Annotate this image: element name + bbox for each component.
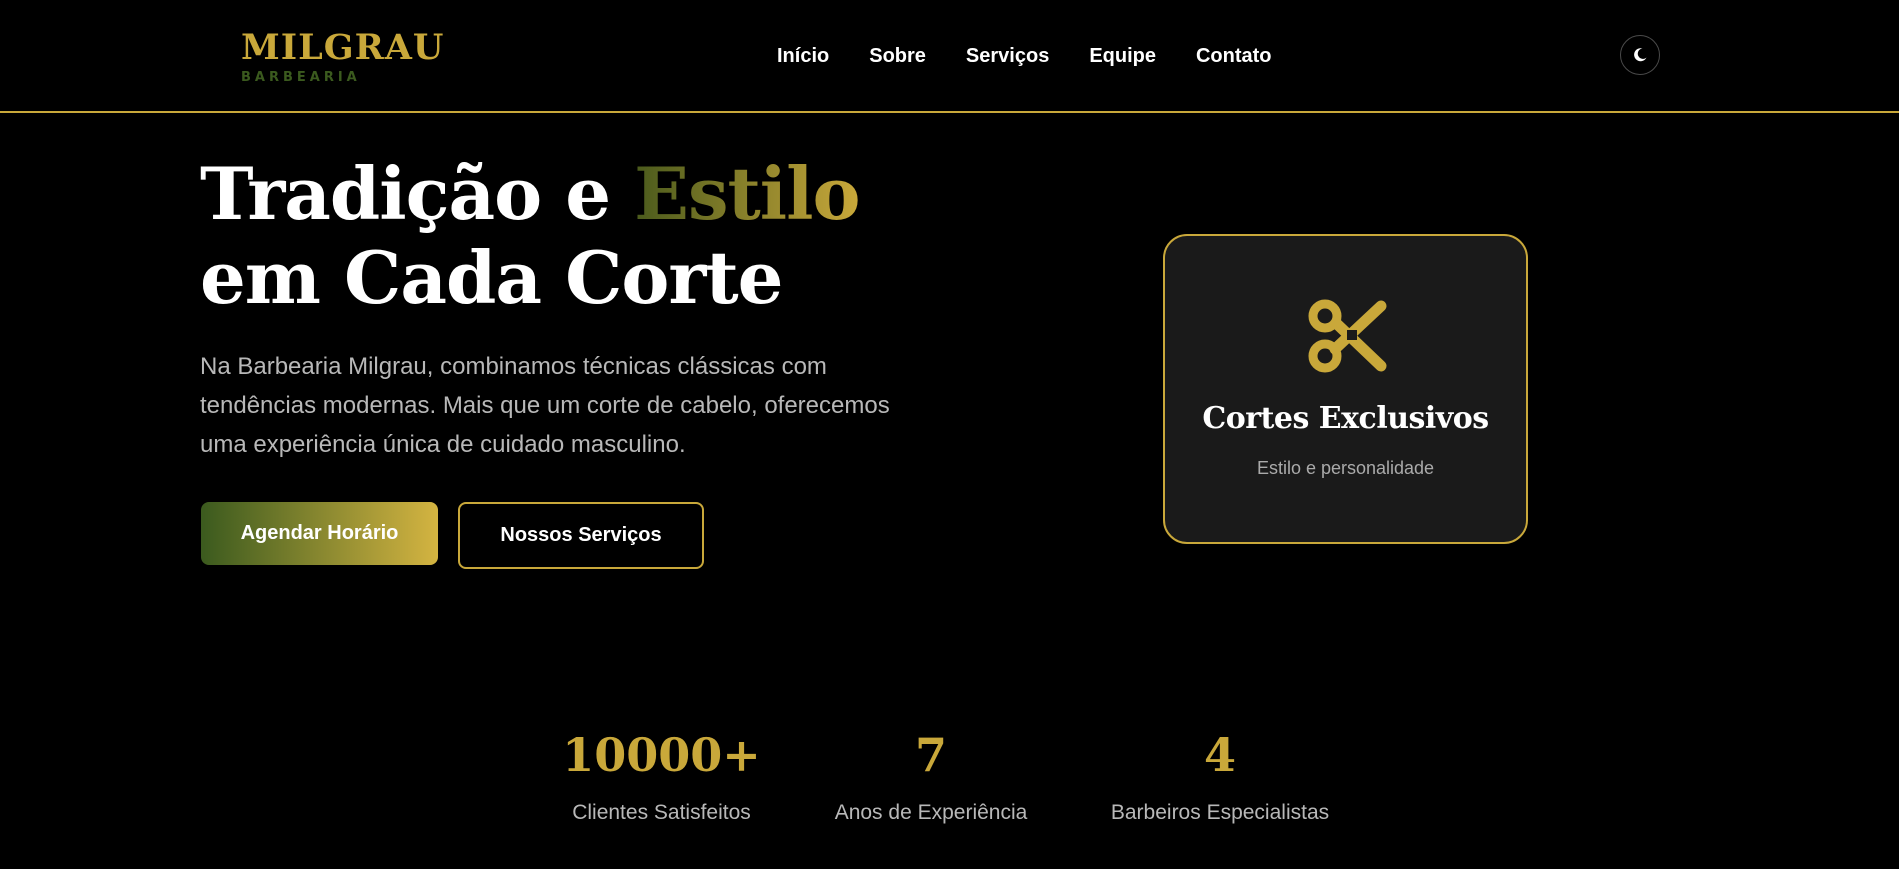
feature-card-subtitle: Estilo e personalidade — [1256, 458, 1435, 478]
stat-value: 4 — [1203, 728, 1236, 782]
hero-title: Tradição e Estilo em Cada Corte — [200, 152, 920, 320]
stat-years: 7 Anos de Experiência — [826, 725, 1036, 827]
moon-icon — [1634, 48, 1647, 62]
hero-description: Na Barbearia Milgrau, combinamos técnica… — [200, 353, 890, 458]
main-nav: Início Sobre Serviços Equipe Contato — [777, 44, 1272, 68]
theme-toggle-button[interactable] — [1620, 35, 1660, 75]
hero-title-part1: Tradição e — [200, 151, 635, 236]
scissors-icon — [1308, 299, 1387, 373]
nav-link-contato[interactable]: Contato — [1196, 44, 1272, 68]
nav-link-inicio[interactable]: Início — [777, 44, 829, 68]
stat-clients: 10000+ Clientes Satisfeitos — [560, 725, 763, 827]
stat-value: 7 — [914, 728, 947, 782]
stat-label: Barbeiros Especialistas — [1110, 801, 1330, 824]
feature-card: Cortes Exclusivos Estilo e personalidade — [1163, 234, 1528, 544]
hero-title-part2: em Cada Corte — [200, 235, 783, 320]
book-appointment-button[interactable]: Agendar Horário — [201, 502, 438, 565]
nav-link-equipe[interactable]: Equipe — [1089, 44, 1156, 68]
hero-title-accent: Estilo — [634, 151, 860, 236]
brand-tagline: BARBEARIA — [241, 70, 361, 85]
brand-name: MILGRAU — [241, 27, 445, 68]
stat-barbers: 4 Barbeiros Especialistas — [1100, 725, 1340, 827]
stat-label: Anos de Experiência — [834, 801, 1028, 824]
stat-label: Clientes Satisfeitos — [572, 801, 751, 824]
brand-logo[interactable]: MILGRAU BARBEARIA — [241, 27, 445, 86]
feature-card-title: Cortes Exclusivos — [1202, 401, 1489, 436]
site-header: MILGRAU BARBEARIA Início Sobre Serviços … — [0, 0, 1899, 113]
stat-value: 10000+ — [562, 728, 761, 782]
nav-link-servicos[interactable]: Serviços — [966, 44, 1049, 68]
nav-link-sobre[interactable]: Sobre — [869, 44, 926, 68]
our-services-button[interactable]: Nossos Serviços — [458, 502, 704, 569]
